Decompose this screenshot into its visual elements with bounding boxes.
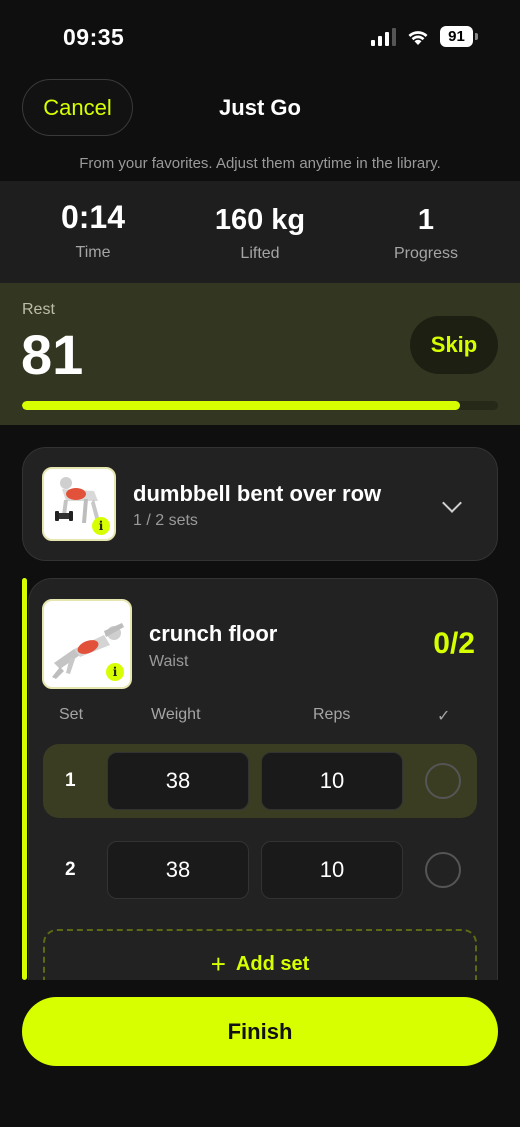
status-icons: 91 — [371, 26, 478, 47]
active-exercise-indicator — [22, 578, 27, 980]
rest-countdown: 81 — [21, 323, 84, 386]
stat-value: 1 — [417, 204, 435, 236]
plus-icon: + — [210, 949, 226, 979]
status-bar: 09:35 91 — [0, 0, 520, 78]
complete-set-checkbox[interactable] — [425, 763, 461, 799]
finish-button[interactable]: Finish — [22, 997, 498, 1066]
stat-progress: 1 Progress — [341, 204, 511, 263]
exercise-thumbnail[interactable]: i — [42, 599, 132, 689]
weight-input[interactable]: 38 — [107, 752, 249, 810]
column-header-reps: Reps — [313, 706, 351, 723]
exercise-name: dumbbell bent over row — [133, 481, 382, 506]
exercise-card-active: i crunch floor Waist 0/2 Set Weight Reps… — [28, 578, 498, 1018]
skip-button[interactable]: Skip — [410, 316, 498, 374]
stat-value: 160 kg — [214, 204, 306, 236]
stat-lifted: 160 kg Lifted — [175, 204, 345, 263]
info-icon[interactable]: i — [92, 517, 110, 535]
status-time: 09:35 — [63, 24, 125, 50]
column-header-set: Set — [59, 706, 84, 723]
add-set-label: Add set — [235, 952, 310, 975]
cellular-signal-icon — [371, 27, 396, 46]
page-title: Just Go — [219, 95, 301, 120]
exercise-name: crunch floor — [149, 621, 278, 646]
weight-input[interactable]: 38 — [107, 841, 249, 899]
chevron-down-icon[interactable] — [442, 493, 462, 513]
rest-progress-fill — [22, 401, 460, 410]
exercise-thumbnail[interactable]: i — [42, 467, 116, 541]
stat-value: 0:14 — [60, 199, 126, 235]
exercise-card-collapsed[interactable]: i dumbbell bent over row 1 / 2 sets — [22, 447, 498, 561]
complete-set-checkbox[interactable] — [425, 852, 461, 888]
rest-timer-panel: Rest 81 Skip — [0, 283, 520, 425]
set-row: 1 38 10 — [43, 744, 477, 818]
stat-time: 0:14 Time — [8, 199, 178, 262]
column-header-done: ✓ — [437, 708, 451, 725]
info-icon[interactable]: i — [106, 663, 124, 681]
reps-input[interactable]: 10 — [261, 841, 403, 899]
workout-stats: 0:14 Time 160 kg Lifted 1 Progress — [0, 181, 520, 283]
page-subtitle: From your favorites. Adjust them anytime… — [79, 155, 441, 172]
sets-progress-count: 0/2 — [433, 627, 475, 660]
set-row: 2 38 10 — [43, 833, 477, 907]
header: Cancel Just Go — [0, 78, 520, 138]
battery-level: 91 — [440, 26, 473, 47]
rest-progress-bar — [22, 401, 498, 410]
stat-label: Time — [75, 244, 111, 261]
column-header-weight: Weight — [151, 706, 201, 723]
battery-icon: 91 — [440, 26, 478, 47]
set-number: 2 — [65, 859, 76, 880]
exercise-sets-done: 1 / 2 sets — [133, 512, 198, 529]
wifi-icon — [408, 30, 428, 45]
stat-label: Lifted — [240, 245, 280, 262]
reps-input[interactable]: 10 — [261, 752, 403, 810]
exercise-muscle-group: Waist — [149, 653, 189, 670]
bottom-bar: Finish — [0, 980, 520, 1127]
set-number: 1 — [65, 770, 76, 791]
rest-label: Rest — [22, 301, 55, 318]
stat-label: Progress — [393, 245, 459, 262]
